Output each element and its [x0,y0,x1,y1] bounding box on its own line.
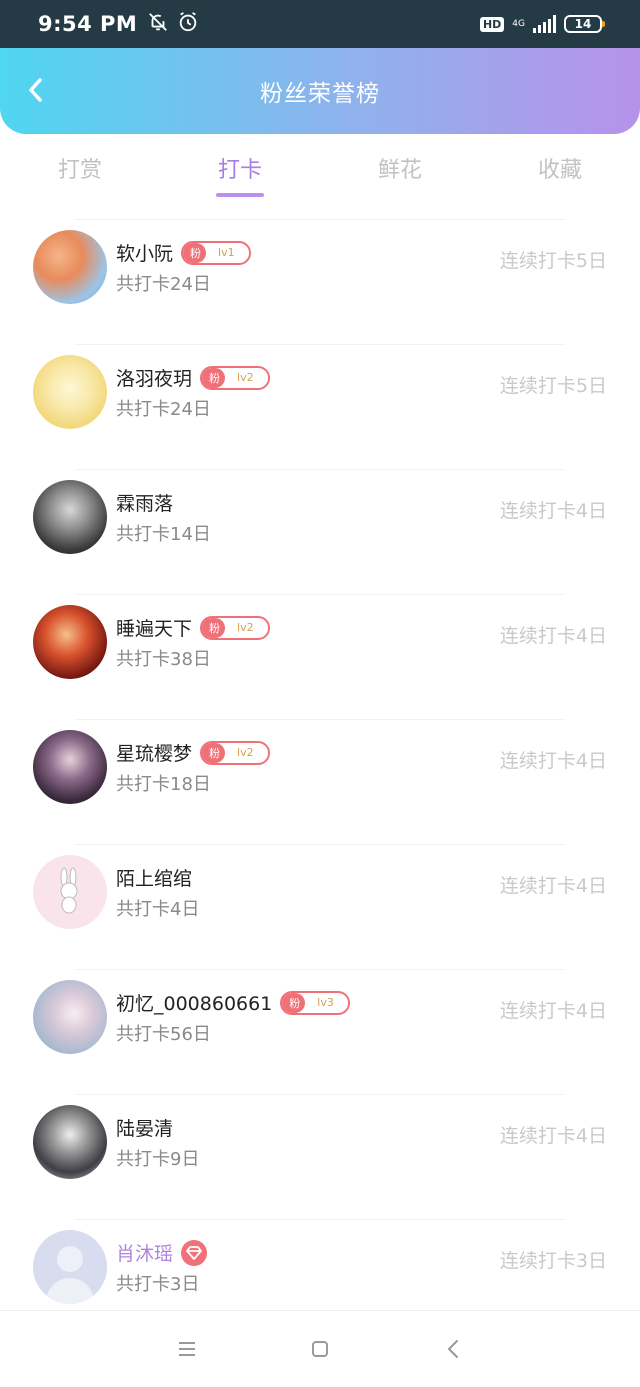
fan-name: 初忆_000860661 [116,993,273,1015]
streak-checkins: 连续打卡4日 [499,750,607,772]
network-label: 4G [512,18,525,29]
fan-row[interactable]: 陆晏清 共打卡9日 连续打卡4日 [0,1085,640,1210]
fan-level-badge: 粉 lv2 [200,615,270,640]
menu-icon [178,1342,195,1356]
fan-row[interactable]: 软小阮 粉 lv1 共打卡24日 连续打卡5日 [0,210,640,335]
fan-row[interactable]: 初忆_000860661 粉 lv3 共打卡56日 连续打卡4日 [0,960,640,1085]
total-checkins: 共打卡56日 [116,1023,211,1045]
fan-name: 肖沐瑶 [116,1243,174,1265]
tab-label: 鲜花 [377,158,422,183]
total-checkins: 共打卡24日 [116,398,211,420]
tab-label: 收藏 [537,158,582,183]
streak-checkins: 连续打卡5日 [499,375,607,397]
total-checkins: 共打卡4日 [116,898,200,920]
fan-row[interactable]: 霖雨落 共打卡14日 连续打卡4日 [0,460,640,585]
streak-checkins: 连续打卡4日 [499,625,607,647]
alarm-icon [177,11,199,37]
fan-list: 软小阮 粉 lv1 共打卡24日 连续打卡5日 洛羽夜玥 粉 lv2 共打卡24… [0,210,640,1335]
fan-name: 洛羽夜玥 [116,368,193,390]
streak-checkins: 连续打卡4日 [499,875,607,897]
battery-level: 14 [574,17,592,31]
fan-name: 陆晏清 [116,1118,174,1140]
tab-favorites[interactable]: 收藏 [480,134,640,210]
tab-reward[interactable]: 打赏 [0,134,160,210]
streak-checkins: 连续打卡5日 [499,250,607,272]
status-time: 9:54 PM [38,12,138,36]
fan-row[interactable]: 星琉樱梦 粉 lv2 共打卡18日 连续打卡4日 [0,710,640,835]
avatar[interactable] [33,979,107,1054]
fan-level-badge: 粉 lv2 [200,365,270,390]
diamond-icon [181,1239,208,1266]
notifications-off-icon [147,11,169,37]
tab-label: 打卡 [217,158,262,183]
status-bar: 9:54 PM HD 4G 14 [0,0,640,48]
status-icons-left [147,11,199,37]
status-icons-right: HD 4G 14 [479,15,605,33]
total-checkins: 共打卡3日 [116,1273,200,1295]
total-checkins: 共打卡9日 [116,1148,200,1170]
signal-icon [533,15,556,33]
home-square-icon [311,1341,328,1357]
fan-row[interactable]: 陌上绾绾 共打卡4日 连续打卡4日 [0,835,640,960]
tab-bar: 打赏 打卡 鲜花 收藏 [0,134,640,210]
home-button[interactable] [300,1329,340,1369]
chevron-left-icon [29,78,42,102]
header: 粉丝荣誉榜 [0,48,640,134]
total-checkins: 共打卡38日 [116,648,211,670]
menu-button[interactable] [167,1329,207,1369]
system-nav-bar [0,1310,640,1387]
avatar[interactable] [33,1104,107,1179]
total-checkins: 共打卡18日 [116,773,211,795]
avatar[interactable] [33,604,107,679]
fan-name: 睡遍天下 [116,618,193,640]
tab-checkin[interactable]: 打卡 [160,134,320,210]
bunny-icon [60,867,78,913]
streak-checkins: 连续打卡4日 [499,1000,607,1022]
hd-badge: HD [479,16,505,32]
fan-level-badge: 粉 lv2 [200,740,270,765]
tab-active-indicator [216,193,264,197]
tab-flowers[interactable]: 鲜花 [320,134,480,210]
fan-level-badge: 粉 lv1 [181,240,251,265]
streak-checkins: 连续打卡4日 [499,1125,607,1147]
fan-name: 软小阮 [116,243,174,265]
fan-row[interactable]: 睡遍天下 粉 lv2 共打卡38日 连续打卡4日 [0,585,640,710]
streak-checkins: 连续打卡4日 [499,500,607,522]
avatar[interactable] [33,354,107,429]
tab-label: 打赏 [57,158,102,183]
back-button[interactable] [14,68,58,112]
total-checkins: 共打卡14日 [116,523,211,545]
avatar[interactable] [33,729,107,804]
fan-name: 陌上绾绾 [116,868,193,890]
back-triangle-icon [448,1340,459,1358]
avatar[interactable] [33,229,107,304]
fan-row[interactable]: 洛羽夜玥 粉 lv2 共打卡24日 连续打卡5日 [0,335,640,460]
total-checkins: 共打卡24日 [116,273,211,295]
back-nav-button[interactable] [433,1329,473,1369]
battery-icon: 14 [564,15,605,33]
avatar[interactable] [33,479,107,554]
avatar[interactable] [33,1229,107,1304]
default-avatar-icon [45,1245,95,1304]
avatar[interactable] [33,854,107,929]
streak-checkins: 连续打卡3日 [499,1250,607,1272]
page-title: 粉丝荣誉榜 [260,81,380,107]
fan-level-badge: 粉 lv3 [280,990,350,1015]
fan-name: 霖雨落 [116,493,174,515]
fan-name: 星琉樱梦 [116,743,193,765]
